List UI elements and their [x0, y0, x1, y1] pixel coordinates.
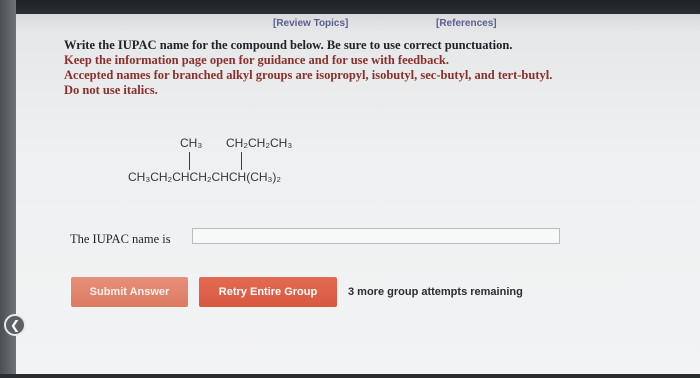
substituent-propyl: CH₂CH₂CH₃ [226, 136, 293, 150]
main-chain: CH₃CH₂CHCH₂CHCH(CH₃)₂ [128, 170, 282, 184]
retry-entire-group-button[interactable]: Retry Entire Group [199, 277, 337, 307]
header-links: [Review Topics] [References] [16, 14, 700, 34]
attempts-remaining-text: 3 more group attempts remaining [348, 286, 523, 298]
bond-line-2 [241, 152, 242, 170]
question-panel: [Review Topics] [References] Write the I… [16, 14, 700, 374]
answer-label: The IUPAC name is [70, 232, 171, 246]
question-instructions: Write the IUPAC name for the compound be… [64, 38, 694, 98]
window-top-bar [0, 0, 700, 14]
back-arrow-icon[interactable]: ❮ [4, 314, 26, 336]
instruction-guidance: Keep the information page open for guida… [64, 53, 449, 67]
iupac-name-input[interactable] [192, 228, 560, 244]
references-link[interactable]: [References] [436, 18, 497, 29]
instruction-no-italics: Do not use italics. [64, 83, 158, 97]
review-topics-link[interactable]: [Review Topics] [273, 18, 348, 29]
submit-answer-button[interactable]: Submit Answer [71, 277, 188, 307]
screen: [Review Topics] [References] Write the I… [0, 0, 700, 378]
substituent-methyl: CH₃ [180, 136, 203, 150]
bottom-bar [0, 374, 700, 378]
instruction-alkyl-groups: Accepted names for branched alkyl groups… [64, 68, 553, 82]
instruction-main: Write the IUPAC name for the compound be… [64, 38, 513, 52]
condensed-structure: CH₃ CH₂CH₂CH₃ CH₃CH₂CHCH₂CHCH(CH₃)₂ [126, 134, 386, 214]
bond-line-1 [189, 152, 190, 170]
